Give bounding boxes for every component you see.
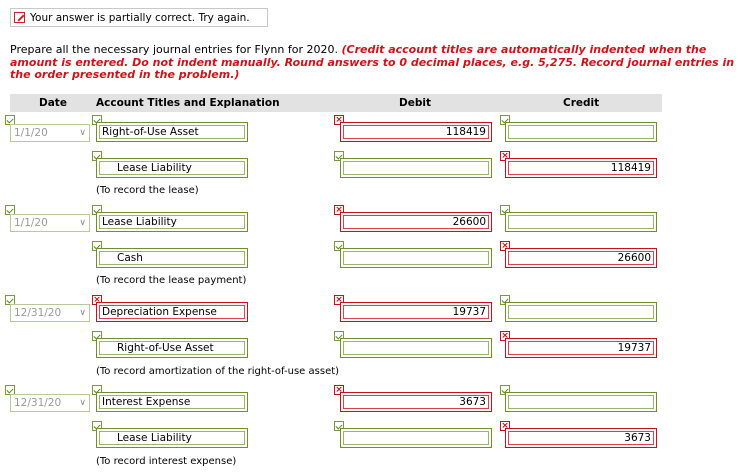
pencil-icon xyxy=(14,12,25,23)
header-credit: Credit xyxy=(563,97,600,109)
account-field[interactable]: Right-of-Use Asset xyxy=(96,122,248,142)
header-date: Date xyxy=(39,97,67,109)
credit-field[interactable]: 3673 xyxy=(505,428,657,448)
entry-note: (To record the lease) xyxy=(96,185,199,196)
entry-note: (To record the lease payment) xyxy=(96,275,247,286)
credit-field[interactable]: 118419 xyxy=(505,158,657,178)
credit-field[interactable]: 26600 xyxy=(505,248,657,268)
chevron-down-icon: ∨ xyxy=(79,128,86,138)
header-account: Account Titles and Explanation xyxy=(96,97,280,109)
date-select[interactable]: 12/31/20 ∨ xyxy=(10,304,90,322)
date-value: 12/31/20 xyxy=(14,307,62,319)
credit-field[interactable] xyxy=(505,302,657,322)
chevron-down-icon: ∨ xyxy=(79,308,86,318)
date-value: 1/1/20 xyxy=(14,127,48,139)
account-field[interactable]: Cash xyxy=(96,248,248,268)
debit-field[interactable] xyxy=(340,428,492,448)
date-value: 12/31/20 xyxy=(14,397,62,409)
account-field[interactable]: Depreciation Expense xyxy=(96,302,248,322)
account-field[interactable]: Right-of-Use Asset xyxy=(96,338,248,358)
header-debit: Debit xyxy=(399,97,431,109)
debit-field[interactable]: 19737 xyxy=(340,302,492,322)
debit-field[interactable]: 118419 xyxy=(340,122,492,142)
account-field[interactable]: Lease Liability xyxy=(96,428,248,448)
feedback-banner: Your answer is partially correct. Try ag… xyxy=(10,8,268,27)
debit-field[interactable] xyxy=(340,338,492,358)
chevron-down-icon: ∨ xyxy=(79,218,86,228)
debit-field[interactable] xyxy=(340,158,492,178)
feedback-text: Your answer is partially correct. Try ag… xyxy=(30,11,250,24)
credit-field[interactable] xyxy=(505,212,657,232)
credit-field[interactable]: 19737 xyxy=(505,338,657,358)
debit-field[interactable]: 26600 xyxy=(340,212,492,232)
credit-field[interactable] xyxy=(505,122,657,142)
date-value: 1/1/20 xyxy=(14,217,48,229)
table-header: Date Account Titles and Explanation Debi… xyxy=(10,94,662,112)
debit-field[interactable] xyxy=(340,248,492,268)
entry-note: (To record interest expense) xyxy=(96,456,237,467)
instructions: Prepare all the necessary journal entrie… xyxy=(10,43,750,82)
date-select[interactable]: 12/31/20 ∨ xyxy=(10,394,90,412)
date-select[interactable]: 1/1/20 ∨ xyxy=(10,214,90,232)
credit-field[interactable] xyxy=(505,392,657,412)
instructions-intro: Prepare all the necessary journal entrie… xyxy=(10,43,338,56)
chevron-down-icon: ∨ xyxy=(79,398,86,408)
entry-note: (To record amortization of the right-of-… xyxy=(96,366,340,377)
account-field[interactable]: Lease Liability xyxy=(96,212,248,232)
account-field[interactable]: Lease Liability xyxy=(96,158,248,178)
debit-field[interactable]: 3673 xyxy=(340,392,492,412)
date-select[interactable]: 1/1/20 ∨ xyxy=(10,124,90,142)
account-field[interactable]: Interest Expense xyxy=(96,392,248,412)
